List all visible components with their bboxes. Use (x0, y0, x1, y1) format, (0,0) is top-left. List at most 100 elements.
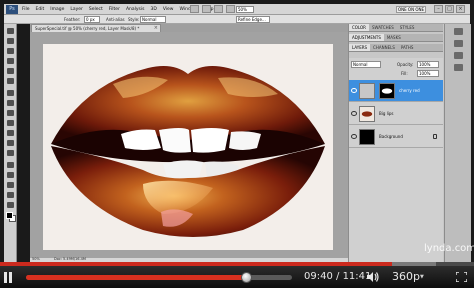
paragraph-panel-icon[interactable] (454, 64, 463, 71)
pause-button[interactable] (3, 272, 13, 283)
gradient-tool-icon[interactable] (7, 140, 14, 146)
layer-row-cherry-red[interactable]: cherry red (349, 80, 443, 102)
lips-photo (43, 44, 333, 250)
tab-channels[interactable]: CHANNELS (370, 44, 398, 51)
tab-masks[interactable]: MASKS (384, 34, 404, 41)
canvas-area[interactable] (30, 32, 348, 258)
options-bar: Feather: 0 px Anti-alias Style: Normal R… (4, 15, 470, 24)
maximize-icon[interactable]: □ (445, 5, 454, 13)
close-document-icon[interactable]: × (154, 25, 158, 32)
current-time: 09:40 (304, 271, 333, 282)
feather-label: Feather: (64, 17, 81, 22)
video-controls: 09:40 / 11:41 360p ▼ (0, 266, 474, 288)
tab-color[interactable]: COLOR (349, 24, 369, 31)
refine-edge-button[interactable]: Refine Edge... (236, 16, 270, 23)
tab-paths[interactable]: PATHS (398, 44, 417, 51)
style-label: Style: (128, 17, 140, 22)
path-select-tool-icon[interactable] (7, 182, 14, 188)
pen-tool-icon[interactable] (7, 162, 14, 168)
menu-3d[interactable]: 3D (150, 5, 156, 14)
menu-file[interactable]: File (22, 5, 30, 14)
seek-handle[interactable] (240, 272, 252, 283)
seek-bar[interactable] (26, 275, 292, 280)
marquee-tool-icon[interactable] (7, 38, 14, 44)
tab-swatches[interactable]: SWATCHES (369, 24, 397, 31)
volume-icon[interactable] (366, 271, 379, 283)
time-separator: / (332, 271, 343, 282)
menu-layer[interactable]: Layer (70, 5, 83, 14)
dodge-tool-icon[interactable] (7, 150, 14, 156)
move-tool-icon[interactable] (7, 28, 14, 34)
mini-bridge-icon[interactable] (202, 5, 211, 13)
crop-tool-icon[interactable] (7, 68, 14, 74)
tab-adjustments[interactable]: ADJUSTMENTS (349, 34, 384, 41)
lips-image (43, 44, 333, 250)
layer-row-big-lips[interactable]: Big lips (349, 103, 443, 125)
layers-panel-tabs: LAYERS CHANNELS PATHS (349, 44, 443, 52)
style-select[interactable]: Normal (140, 16, 166, 23)
healing-brush-tool-icon[interactable] (7, 90, 14, 96)
fill-input[interactable]: 100% (417, 70, 439, 77)
application-bar: Ps File Edit Image Layer Select Filter A… (4, 4, 470, 15)
quality-button[interactable]: 360p (392, 266, 420, 288)
eyedropper-tool-icon[interactable] (7, 78, 14, 84)
blend-mode-select[interactable]: Normal (351, 61, 381, 68)
document-title: SuperSpecial.tif @ 50% (cherry red, Laye… (35, 26, 140, 31)
shape-tool-icon[interactable] (7, 192, 14, 198)
visibility-eye-icon[interactable] (351, 134, 357, 139)
layer-name: Background (379, 134, 403, 139)
layer-row-background[interactable]: Background (349, 126, 443, 148)
antialias-label[interactable]: Anti-alias (106, 15, 125, 24)
layer-name: Big lips (379, 111, 394, 116)
minimize-icon[interactable]: – (434, 5, 443, 13)
zoom-tool-icon[interactable] (226, 5, 235, 13)
layer-thumbnail (359, 129, 375, 145)
layer-mask-thumbnail[interactable] (379, 83, 395, 99)
menu-bar: File Edit Image Layer Select Filter Anal… (22, 5, 214, 14)
photoshop-screen: Ps File Edit Image Layer Select Filter A… (0, 0, 474, 262)
layers-panel: Normal Opacity: 100% Fill: 100% cherry r… (349, 58, 443, 262)
visibility-eye-icon[interactable] (351, 88, 357, 93)
window-controls: – □ × (434, 5, 465, 13)
collapsed-panels-strip (444, 24, 471, 262)
app-bar-buttons (190, 5, 235, 13)
menu-edit[interactable]: Edit (36, 5, 45, 14)
menu-select[interactable]: Select (89, 5, 103, 14)
zoom-level-select[interactable]: 50% (236, 6, 254, 13)
tab-layers[interactable]: LAYERS (349, 44, 371, 51)
lock-icon (433, 134, 437, 139)
menu-view[interactable]: View (163, 5, 174, 14)
workspace-switcher[interactable]: ONE ON ONE (396, 6, 426, 13)
time-display: 09:40 / 11:41 (304, 266, 371, 288)
type-tool-icon[interactable] (7, 172, 14, 178)
layers-fill-row: Fill: 100% (351, 69, 441, 77)
menu-filter[interactable]: Filter (109, 5, 120, 14)
clone-stamp-tool-icon[interactable] (7, 110, 14, 116)
document-window: SuperSpecial.tif @ 50% (cherry red, Laye… (30, 24, 348, 262)
layer-name: cherry red (399, 88, 420, 93)
feather-input[interactable]: 0 px (84, 16, 100, 23)
tab-styles[interactable]: STYLES (397, 24, 418, 31)
lasso-tool-icon[interactable] (7, 48, 14, 54)
bridge-icon[interactable] (190, 5, 199, 13)
actions-panel-icon[interactable] (454, 40, 463, 47)
close-icon[interactable]: × (456, 5, 465, 13)
hand-tool-icon[interactable] (214, 5, 223, 13)
hand-tool-icon[interactable] (7, 202, 14, 208)
opacity-input[interactable]: 100% (417, 61, 439, 68)
eraser-tool-icon[interactable] (7, 130, 14, 136)
brush-tool-icon[interactable] (7, 100, 14, 106)
history-panel-icon[interactable] (454, 28, 463, 35)
menu-image[interactable]: Image (50, 5, 64, 14)
fullscreen-icon[interactable] (456, 272, 467, 282)
history-brush-tool-icon[interactable] (7, 120, 14, 126)
quick-select-tool-icon[interactable] (7, 58, 14, 64)
document-tab[interactable]: SuperSpecial.tif @ 50% (cherry red, Laye… (31, 24, 161, 32)
layer-thumbnail (359, 83, 375, 99)
character-panel-icon[interactable] (454, 52, 463, 59)
layer-thumbnail (359, 106, 375, 122)
foreground-color-swatch[interactable] (6, 212, 13, 219)
visibility-eye-icon[interactable] (351, 111, 357, 116)
chevron-down-icon[interactable]: ▼ (420, 266, 424, 288)
menu-analysis[interactable]: Analysis (126, 5, 145, 14)
